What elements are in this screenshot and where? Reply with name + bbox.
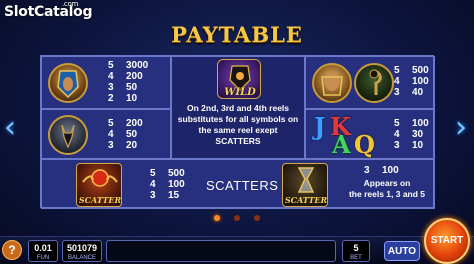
page-dot-1[interactable] [214,215,220,221]
slotcatalog-watermark: SlotCatalog .com [4,0,93,20]
start-spin-button[interactable]: START [424,218,470,264]
scatters-label: SCATTERS [206,178,279,193]
page-dot-2[interactable] [234,215,240,221]
previous-page-arrow-icon[interactable]: ‹ [4,110,16,145]
wild-rule-text: On 2nd, 3rd and 4th reels substitutes fo… [177,103,299,146]
pagination-dots [0,215,474,221]
wild-label: WILD [224,87,256,98]
wild-description-cell: WILD On 2nd, 3rd and 4th reels substitut… [171,56,305,159]
scatter-appears-text: Appears on the reels 1, 3 and 5 [348,178,426,199]
scarab-scatter-icon: SCATTER [76,163,122,207]
help-button[interactable]: ? [2,240,22,260]
coin-value-box[interactable]: 0.01 FUN [28,240,58,262]
paytable-title: PAYTABLE [171,22,303,47]
pharaoh-symbol-cell: 5 3000 4 200 3 50 2 10 [41,56,171,109]
auto-spin-button[interactable]: AUTO [384,241,420,261]
next-page-arrow-icon[interactable]: › [455,110,467,145]
anubis-pays: 5 200 4 50 3 20 [108,118,143,151]
cobra-icon [354,63,394,103]
pharaoh-icon [48,63,88,103]
queen-pays: 5 500 4 100 3 40 [394,65,429,98]
royal-letters-icon: J K Q A [314,112,375,159]
royals-pays: 5 100 4 30 3 10 [394,118,429,151]
scarab-scatter-label: SCATTER [78,195,122,205]
hourglass-scatter-pays: 3 100 [364,165,399,176]
page-dot-3[interactable] [254,215,260,221]
bet-box[interactable]: 5 BET [342,240,370,262]
queen-icon [312,63,352,103]
hourglass-scatter-label: SCATTER [284,195,328,205]
balance-box: 501079 BALANCE [62,240,102,262]
hourglass-scatter-icon: SCATTER [282,163,328,207]
scarab-scatter-pays: 5 500 4 100 3 15 [150,168,185,201]
royals-symbol-cell: J K Q A 5 100 4 30 3 10 [305,109,435,159]
paytable-panel: 5 3000 4 200 3 50 2 10 5 200 4 50 3 20 WILD On … [40,55,435,209]
message-bar [106,240,336,262]
anubis-icon [48,115,88,155]
queen-symbol-cell: 5 500 4 100 3 40 [305,56,435,109]
scatter-row: SCATTER 5 500 4 100 3 15 SCATTERS SCATTER 3… [41,159,435,209]
wild-symbol-icon: WILD [217,59,261,99]
anubis-symbol-cell: 5 200 4 50 3 20 [41,109,171,159]
pharaoh-pays: 5 3000 4 200 3 50 2 10 [108,60,149,104]
